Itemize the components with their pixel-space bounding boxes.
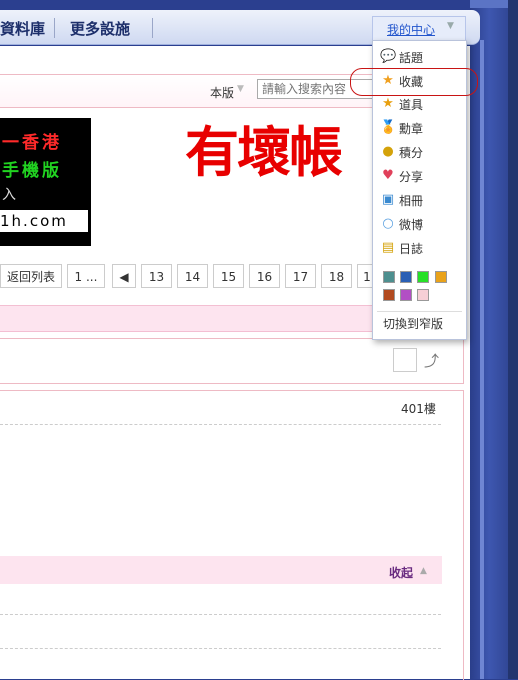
switch-narrow-button[interactable]: 切換到窄版 xyxy=(383,315,443,332)
theme-swatch[interactable] xyxy=(417,271,429,283)
checkbox[interactable] xyxy=(393,348,417,372)
forum-logo-image[interactable]: 一香港 手機版 入 1h.com xyxy=(0,118,91,246)
album-icon: ▣ xyxy=(381,192,395,207)
page-link[interactable]: 15 xyxy=(213,264,244,288)
page-link[interactable]: 17 xyxy=(285,264,316,288)
coins-icon: ● xyxy=(382,144,394,159)
menu-item-journal[interactable]: ▤ 日誌 xyxy=(373,238,466,260)
nav-separator xyxy=(54,18,55,38)
my-center-button[interactable]: 我的中心 ▼ xyxy=(372,16,466,41)
page-link[interactable]: 16 xyxy=(249,264,280,288)
window-frame-right xyxy=(470,0,518,679)
share-icon: ♥ xyxy=(382,168,394,183)
back-to-list-button[interactable]: 返回列表 xyxy=(0,264,62,288)
nav-item-more-facilities[interactable]: 更多設施 xyxy=(70,18,130,39)
page-link[interactable]: 18 xyxy=(321,264,352,288)
floor-number[interactable]: 401樓 xyxy=(401,400,436,417)
menu-item-medals[interactable]: 🏅 勳章 xyxy=(373,118,466,140)
menu-item-props[interactable]: ★ 道具 xyxy=(373,94,466,116)
theme-swatch[interactable] xyxy=(383,289,395,301)
theme-swatch[interactable] xyxy=(400,271,412,283)
divider xyxy=(377,311,462,312)
journal-icon: ▤ xyxy=(381,240,395,255)
page-link[interactable]: 14 xyxy=(177,264,208,288)
menu-item-weibo[interactable]: ○ 微博 xyxy=(373,214,466,236)
divider xyxy=(0,424,441,425)
collapse-bar xyxy=(0,556,442,584)
theme-swatch[interactable] xyxy=(383,271,395,283)
divider xyxy=(0,614,441,615)
medal-icon: 🏅 xyxy=(380,120,397,135)
theme-swatch[interactable] xyxy=(435,271,447,283)
divider xyxy=(0,648,441,649)
chevron-up-icon[interactable]: ▲ xyxy=(420,566,427,576)
topic-icon: 💬 xyxy=(380,49,397,64)
page-first-link[interactable]: 1 ... xyxy=(67,264,105,288)
weibo-icon: ○ xyxy=(382,216,394,231)
magic-icon: ★ xyxy=(382,96,394,111)
chevron-down-icon[interactable]: ▼ xyxy=(237,84,244,94)
menu-item-album[interactable]: ▣ 相冊 xyxy=(373,190,466,212)
menu-item-credits[interactable]: ● 積分 xyxy=(373,142,466,164)
search-scope-select[interactable]: 本版 xyxy=(210,84,234,101)
theme-swatch[interactable] xyxy=(400,289,412,301)
prev-page-icon[interactable]: ◀ xyxy=(112,264,136,288)
collapse-button[interactable]: 收起 xyxy=(389,564,413,581)
menu-item-share[interactable]: ♥ 分享 xyxy=(373,166,466,188)
post-container xyxy=(0,390,464,680)
menu-item-topic[interactable]: 💬 話題 xyxy=(373,47,466,69)
chevron-down-icon: ▼ xyxy=(447,21,454,31)
theme-swatch[interactable] xyxy=(417,289,429,301)
jump-icon[interactable]: ⤴ xyxy=(424,350,439,371)
nav-separator xyxy=(152,18,153,38)
highlight-circle xyxy=(350,68,478,96)
banner-headline: 有壞帳 xyxy=(185,121,343,184)
nav-item-database[interactable]: 資料庫 xyxy=(0,18,45,39)
page-link[interactable]: 13 xyxy=(141,264,172,288)
